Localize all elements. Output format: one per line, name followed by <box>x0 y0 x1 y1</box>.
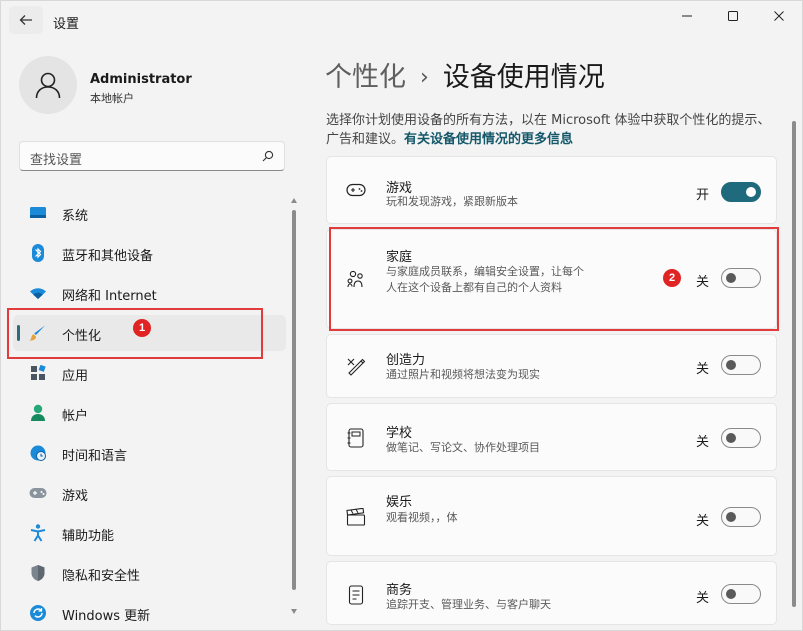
maximize-icon <box>728 11 738 21</box>
option-card-business: 商务 追踪开支、管理业务、与客户聊天 关 <box>326 561 777 625</box>
search-input[interactable]: 查找设置 <box>30 149 82 168</box>
content-scrollbar[interactable] <box>790 121 798 621</box>
document-icon <box>345 584 367 606</box>
annotation-badge-2: 2 <box>663 269 681 287</box>
creativity-icon <box>345 355 367 377</box>
sidebar-item-apps[interactable]: 应用 <box>13 355 286 391</box>
toggle-knob <box>726 360 736 370</box>
option-title: 商务 <box>386 583 413 598</box>
breadcrumb: 个性化 › 设备使用情况 <box>325 55 605 94</box>
option-card-school: 学校 做笔记、写论文、协作处理项目 关 <box>326 403 777 471</box>
search-icon <box>262 150 274 162</box>
sidebar-item-gaming[interactable]: 游戏 <box>13 475 286 511</box>
settings-window: 设置 Administrator 本地帐户 查找设置 系统 蓝牙和其他设备 网络… <box>0 0 803 631</box>
close-button[interactable] <box>756 1 802 31</box>
user-name: Administrator <box>90 72 192 87</box>
search-box[interactable]: 查找设置 <box>19 141 285 171</box>
toggle-state-label: 关 <box>696 435 710 450</box>
minimize-icon <box>682 15 692 17</box>
notebook-icon <box>345 427 367 449</box>
apps-icon <box>29 364 47 382</box>
minimize-button[interactable] <box>664 1 710 31</box>
sidebar-item-time-language[interactable]: 时间和语言 <box>13 435 286 471</box>
entertainment-toggle[interactable] <box>721 507 761 527</box>
toggle-knob <box>726 589 736 599</box>
scroll-up-icon <box>291 198 297 203</box>
page-description: 选择你计划使用设备的所有方法，以在 Microsoft 体验中获取个性化的提示、… <box>326 111 776 149</box>
sidebar-item-label: 时间和语言 <box>62 449 128 464</box>
option-subtitle: 做笔记、写论文、协作处理项目 <box>386 441 540 454</box>
breadcrumb-parent[interactable]: 个性化 <box>325 62 406 93</box>
app-title: 设置 <box>53 17 80 32</box>
toggle-knob <box>746 187 756 197</box>
sidebar-item-windows-update[interactable]: Windows 更新 <box>13 595 286 630</box>
sidebar-scrollbar[interactable] <box>290 196 298 616</box>
learn-more-link[interactable]: 有关设备使用情况的更多信息 <box>404 132 573 147</box>
scroll-down-icon <box>291 609 297 614</box>
gaming-toggle[interactable] <box>721 182 761 202</box>
option-subtitle: 玩和发现游戏，紧跟新版本 <box>386 195 518 208</box>
shield-icon <box>29 564 47 582</box>
sidebar-item-label: 隐私和安全性 <box>62 569 141 584</box>
globe-clock-icon <box>29 444 47 462</box>
avatar[interactable] <box>19 56 77 114</box>
sidebar-item-network[interactable]: 网络和 Internet <box>13 275 286 311</box>
toggle-state-label: 关 <box>696 514 710 529</box>
option-subtitle: 观看视频，，体 <box>386 511 458 524</box>
sidebar-item-system[interactable]: 系统 <box>13 195 286 231</box>
sidebar-item-label: 蓝牙和其他设备 <box>62 249 154 264</box>
clapperboard-icon <box>345 506 367 528</box>
sidebar-item-privacy[interactable]: 隐私和安全性 <box>13 555 286 591</box>
bluetooth-icon <box>29 244 47 262</box>
person-icon <box>35 72 61 99</box>
scrollbar-thumb[interactable] <box>292 210 296 590</box>
creativity-toggle[interactable] <box>721 355 761 375</box>
monitor-icon <box>29 204 47 222</box>
back-button[interactable] <box>9 6 43 34</box>
toggle-state-label: 关 <box>696 362 710 377</box>
sidebar-item-label: 帐户 <box>62 409 89 424</box>
update-icon <box>29 604 47 622</box>
accessibility-icon <box>29 524 47 542</box>
toggle-state-label: 开 <box>696 188 710 203</box>
sidebar-item-accounts[interactable]: 帐户 <box>13 395 286 431</box>
option-subtitle: 通过照片和视频将想法变为现实 <box>386 368 540 381</box>
option-title: 创造力 <box>386 353 426 368</box>
sidebar-item-label: 系统 <box>62 209 89 224</box>
title-bar: 设置 <box>1 1 802 37</box>
arrow-left-icon <box>19 15 32 25</box>
toggle-knob <box>726 512 736 522</box>
sidebar-item-accessibility[interactable]: 辅助功能 <box>13 515 286 551</box>
gamepad-icon <box>29 484 47 502</box>
annotation-badge-1: 1 <box>133 319 151 337</box>
sidebar-item-label: 游戏 <box>62 489 89 504</box>
option-subtitle: 追踪开支、管理业务、与客户聊天 <box>386 598 551 611</box>
wifi-icon <box>29 284 47 302</box>
option-card-gaming: 游戏 玩和发现游戏，紧跟新版本 开 <box>326 156 777 224</box>
sidebar-item-label: Windows 更新 <box>62 609 151 624</box>
sidebar-item-bluetooth[interactable]: 蓝牙和其他设备 <box>13 235 286 271</box>
sidebar-item-label: 网络和 Internet <box>62 289 157 304</box>
page-title: 设备使用情况 <box>442 62 605 93</box>
toggle-state-label: 关 <box>696 591 710 606</box>
sidebar-item-label: 辅助功能 <box>62 529 115 544</box>
breadcrumb-separator: › <box>420 65 429 90</box>
close-icon <box>774 11 784 21</box>
gamepad-icon <box>345 179 367 201</box>
toggle-knob <box>726 433 736 443</box>
person-icon <box>29 404 47 422</box>
option-card-creativity: 创造力 通过照片和视频将想法变为现实 关 <box>326 334 777 398</box>
school-toggle[interactable] <box>721 428 761 448</box>
annotation-box-2 <box>329 227 779 331</box>
account-type: 本地帐户 <box>90 92 134 105</box>
business-toggle[interactable] <box>721 584 761 604</box>
sidebar-item-label: 应用 <box>62 369 89 384</box>
option-card-entertainment: 娱乐 观看视频，，体 关 <box>326 476 777 556</box>
scrollbar-thumb[interactable] <box>792 121 796 607</box>
option-title: 学校 <box>386 426 413 441</box>
option-title: 娱乐 <box>386 495 413 510</box>
maximize-button[interactable] <box>710 1 756 31</box>
